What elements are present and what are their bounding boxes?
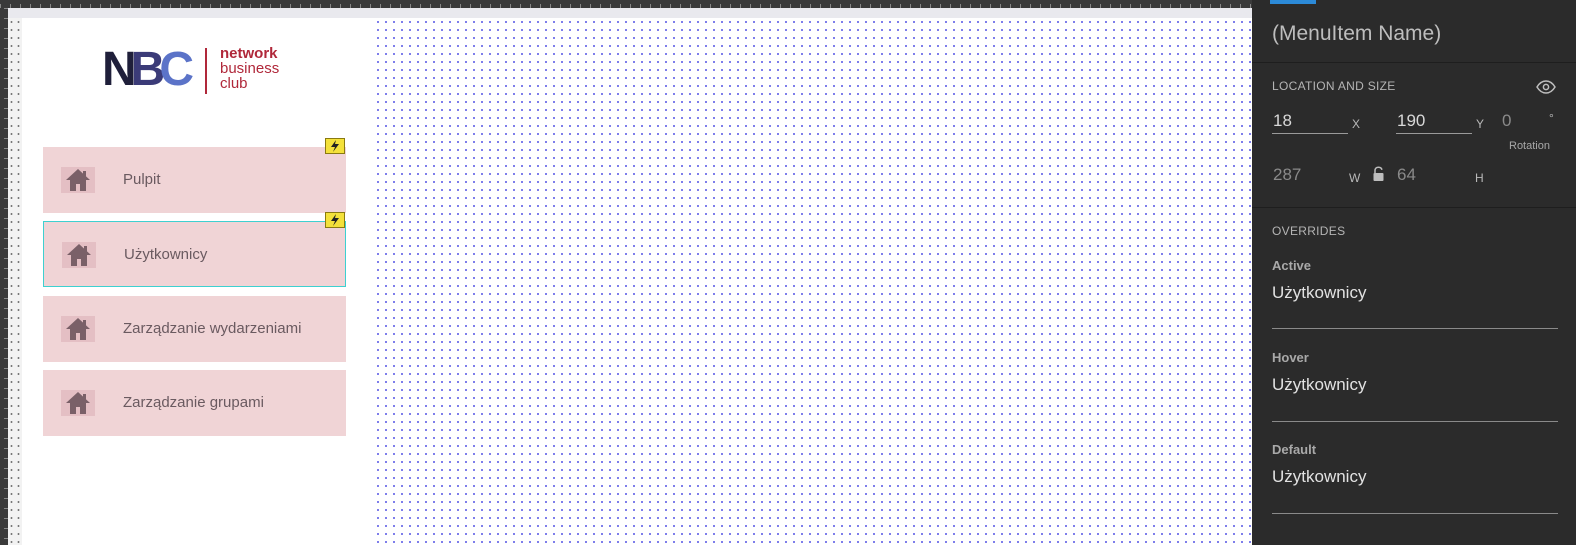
rotation-input[interactable]: 0	[1502, 111, 1511, 131]
inspector-tab-indicator	[1270, 0, 1316, 4]
home-icon	[61, 316, 95, 342]
nbc-logo[interactable]: NBC network business club	[102, 44, 302, 96]
override-hover-input[interactable]: Użytkownicy	[1272, 375, 1366, 395]
x-label: X	[1352, 117, 1361, 131]
menu-item-pulpit[interactable]: Pulpit	[43, 147, 346, 213]
rotation-label: Rotation	[1509, 140, 1550, 152]
inspector-title[interactable]: (MenuItem Name)	[1272, 22, 1441, 46]
home-icon	[61, 167, 95, 193]
override-default-label: Default	[1272, 442, 1317, 457]
menu-item-zarzadzanie-wydarzeniami[interactable]: Zarządzanie wydarzeniami	[43, 296, 346, 362]
height-input[interactable]: 64	[1397, 165, 1416, 185]
logo-line-club: club	[220, 75, 248, 92]
menu-item-label: Pulpit	[123, 171, 161, 188]
property-inspector: (MenuItem Name) LOCATION AND SIZE 18 X 1…	[1252, 0, 1576, 545]
width-label: W	[1349, 171, 1361, 185]
menu-item-uzytkownicy[interactable]: Użytkownicy	[43, 221, 346, 287]
lock-open-icon[interactable]	[1372, 166, 1386, 187]
override-active-label: Active	[1272, 258, 1312, 273]
menu-item-label: Użytkownicy	[124, 246, 208, 263]
y-input[interactable]: 190	[1397, 111, 1425, 131]
logo-letter-b: B	[130, 43, 166, 96]
divider	[1252, 207, 1576, 208]
x-input[interactable]: 18	[1273, 111, 1292, 131]
location-size-heading: LOCATION AND SIZE	[1272, 79, 1396, 93]
y-label: Y	[1476, 117, 1485, 131]
overrides-heading: OVERRIDES	[1272, 224, 1346, 238]
layout-grid	[374, 18, 1258, 545]
lightning-icon[interactable]	[325, 138, 345, 154]
home-icon	[62, 242, 96, 268]
degree-symbol: °	[1549, 111, 1554, 125]
logo-line-network: network	[220, 45, 278, 62]
lightning-icon[interactable]	[325, 212, 345, 228]
menu-item-label: Zarządzanie grupami	[123, 394, 264, 411]
horizontal-ruler	[0, 0, 1258, 8]
logo-line-business: business	[220, 60, 280, 77]
logo-letter-c: C	[159, 43, 194, 96]
logo-letter-n: N	[102, 43, 137, 96]
divider	[1252, 62, 1576, 63]
eye-icon[interactable]	[1536, 80, 1556, 99]
menu-item-label: Zarządzanie wydarzeniami	[123, 320, 302, 337]
height-label: H	[1475, 171, 1484, 185]
override-hover-label: Hover	[1272, 350, 1309, 365]
home-icon	[61, 390, 95, 416]
override-active-input[interactable]: Użytkownicy	[1272, 283, 1366, 303]
artboard-edge	[8, 18, 22, 545]
vertical-ruler	[0, 8, 8, 545]
override-default-input[interactable]: Użytkownicy	[1272, 467, 1366, 487]
width-input[interactable]: 287	[1273, 165, 1301, 185]
logo-divider	[205, 48, 207, 94]
menu-item-zarzadzanie-grupami[interactable]: Zarządzanie grupami	[43, 370, 346, 436]
